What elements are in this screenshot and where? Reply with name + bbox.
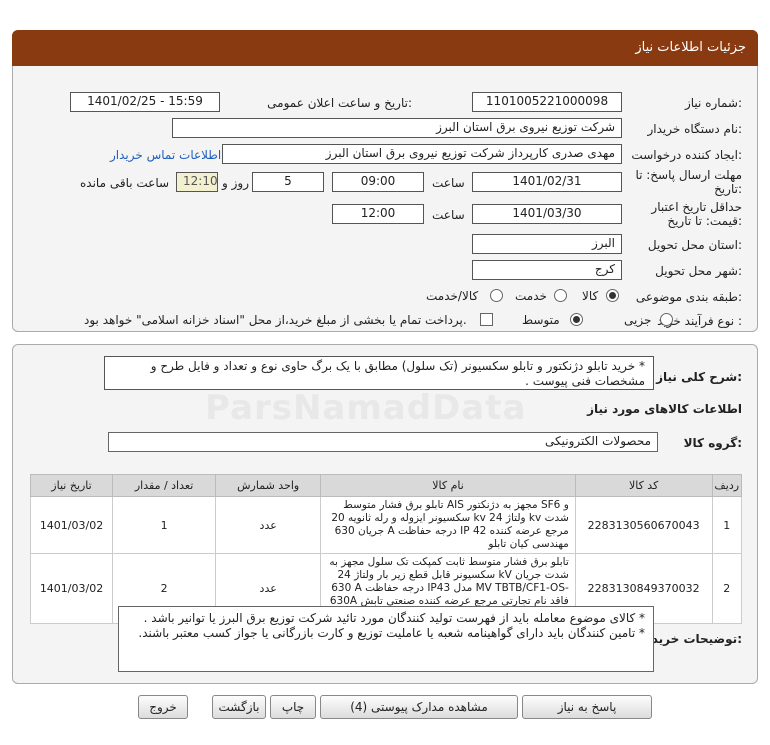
col-row: ردیف	[711, 474, 742, 497]
deadline-time-field: 09:00	[332, 172, 424, 192]
cell-unit: عدد	[215, 496, 322, 554]
validity-date-field: 1401/03/30	[472, 204, 622, 224]
page-header: جزئیات اطلاعات نیاز	[12, 30, 758, 66]
deadline-label: مهلت ارسال پاسخ: تا	[635, 168, 742, 182]
col-need-date: تاریخ نیاز	[29, 474, 114, 497]
category-label: طبقه بندی موضوعی:	[635, 290, 742, 304]
validity-time-label: ساعت	[432, 208, 465, 222]
process-partial-radio[interactable]	[660, 313, 673, 326]
announce-field: 1401/02/25 - 15:59	[70, 92, 220, 112]
goods-table: تاریخ نیاز تعداد / مقدار واحد شمارش نام …	[29, 474, 742, 624]
goods-group-label: گروه کالا:	[683, 436, 742, 450]
summary-field: * خرید تابلو دژنکتور و تابلو سکسیونر (تک…	[104, 356, 654, 390]
validity-time-field: 12:00	[332, 204, 424, 224]
cell-index: 1	[711, 496, 742, 554]
cell-date: 1401/03/02	[29, 496, 114, 554]
print-button[interactable]: چاپ	[270, 695, 316, 719]
announce-label: تاریخ و ساعت اعلان عمومی:	[267, 96, 412, 110]
need-number-label: شماره نیاز:	[684, 96, 742, 110]
page-title: جزئیات اطلاعات نیاز	[635, 40, 746, 55]
buyer-contact-link[interactable]: اطلاعات تماس خریدار	[110, 148, 221, 162]
reply-button[interactable]: پاسخ به نیاز	[522, 695, 652, 719]
payment-note: پرداخت تمام یا بخشی از مبلغ خرید،از محل …	[84, 313, 467, 327]
col-unit: واحد شمارش	[215, 474, 322, 497]
exit-button[interactable]: خروج	[138, 695, 188, 719]
category-both-label: کالا/خدمت	[426, 289, 479, 303]
category-service-radio[interactable]	[554, 289, 567, 302]
days-field: 5	[252, 172, 324, 192]
validity-label: حداقل تاریخ اعتبار	[651, 200, 742, 214]
goods-info-title: اطلاعات کالاهای مورد نیاز	[587, 402, 742, 416]
validity-label-2: قیمت: تا تاریخ:	[667, 214, 742, 228]
buyer-org-field: شرکت توزیع نیروی برق استان البرز	[172, 118, 622, 138]
process-medium-radio[interactable]	[570, 313, 583, 326]
category-service-label: خدمت	[515, 289, 547, 303]
requester-label: ایجاد کننده درخواست:	[631, 148, 742, 162]
notes-line: * کالای موضوع معامله باید از فهرست تولید…	[143, 611, 645, 625]
deadline-time-label: ساعت	[432, 176, 465, 190]
days-label: روز و	[222, 176, 249, 190]
buyer-org-label: نام دستگاه خریدار:	[647, 122, 743, 136]
back-button[interactable]: بازگشت	[212, 695, 266, 719]
goods-group-field: محصولات الکترونیکی	[108, 432, 658, 452]
process-partial-label: جزیی	[624, 313, 652, 327]
cell-code: 2283130560670043	[574, 496, 713, 554]
view-docs-button[interactable]: مشاهده مدارک پیوستی (4)	[320, 695, 518, 719]
notes-line: * تامین کنندگان باید دارای گواهینامه شعب…	[138, 626, 645, 640]
summary-label: شرح کلی نیاز:	[656, 370, 742, 384]
col-item-name: نام کالا	[320, 474, 576, 497]
category-both-radio[interactable]	[490, 289, 503, 302]
col-qty: تعداد / مقدار	[112, 474, 217, 497]
cell-date: 1401/03/02	[29, 553, 114, 624]
table-row: 1401/03/02 1 عدد تابلو برق فشار متوسط AI…	[29, 496, 742, 554]
watermark: ParsNamadData	[205, 388, 527, 428]
notes-label: توضیحات خریدار:	[640, 632, 742, 646]
deadline-date-field: 1401/02/31	[472, 172, 622, 192]
province-field: البرز	[472, 234, 622, 254]
need-number-field: 1101005221000098	[472, 92, 622, 112]
cell-index: 2	[711, 553, 742, 624]
category-goods-radio[interactable]	[606, 289, 619, 302]
process-medium-label: متوسط	[522, 313, 560, 327]
cell-name: تابلو برق فشار متوسط AIS مجهز به دژنکتور…	[320, 496, 576, 554]
deadline-label-2: تاریخ:	[714, 182, 742, 196]
category-goods-label: کالا	[582, 289, 599, 303]
remaining-time-field: 12:10:39	[176, 172, 218, 192]
col-item-code: کد کالا	[574, 474, 713, 497]
requester-field: مهدی صدری کارپرداز شرکت توزیع نیروی برق …	[222, 144, 622, 164]
remaining-label: ساعت باقی مانده	[80, 176, 170, 190]
cell-qty: 1	[112, 496, 217, 554]
province-label: استان محل تحویل:	[647, 238, 742, 252]
city-field: کرج	[472, 260, 622, 280]
treasury-checkbox[interactable]	[480, 313, 493, 326]
notes-field: * کالای موضوع معامله باید از فهرست تولید…	[118, 606, 654, 672]
city-label: شهر محل تحویل:	[655, 264, 742, 278]
